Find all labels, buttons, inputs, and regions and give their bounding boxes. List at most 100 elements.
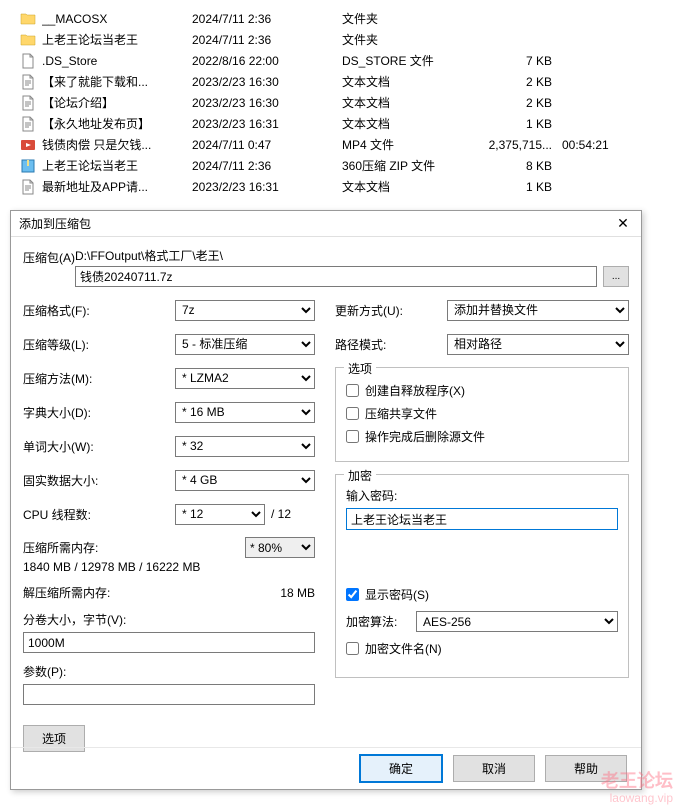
file-name: 上老王论坛当老王	[42, 157, 192, 174]
file-name: 上老王论坛当老王	[42, 31, 192, 48]
file-type: 文本文档	[342, 73, 472, 90]
file-row[interactable]: 【来了就能下载和...2023/2/23 16:30文本文档2 KB	[20, 71, 681, 92]
shared-checkbox-row[interactable]: 压缩共享文件	[346, 405, 618, 422]
enc-names-row[interactable]: 加密文件名(N)	[346, 640, 618, 657]
watermark-line2: laowang.vip	[601, 792, 673, 805]
archive-path: D:\FFOutput\格式工厂\老王\	[75, 247, 629, 264]
update-select[interactable]: 添加并替换文件	[447, 300, 629, 321]
word-select[interactable]: * 32	[175, 436, 315, 457]
file-type: MP4 文件	[342, 136, 472, 153]
file-list: __MACOSX2024/7/11 2:36文件夹上老王论坛当老王2024/7/…	[0, 0, 681, 197]
file-type: 文件夹	[342, 31, 472, 48]
mp4-icon	[20, 137, 36, 153]
path-select[interactable]: 相对路径	[447, 334, 629, 355]
sfx-label: 创建自释放程序(X)	[365, 382, 465, 399]
sfx-checkbox[interactable]	[346, 384, 359, 397]
show-pwd-checkbox[interactable]	[346, 588, 359, 601]
file-date: 2023/2/23 16:30	[192, 75, 342, 89]
dialog-footer: 确定 取消 帮助	[11, 747, 641, 789]
options-group-title: 选项	[344, 360, 376, 377]
sfx-checkbox-row[interactable]: 创建自释放程序(X)	[346, 382, 618, 399]
file-size: 8 KB	[472, 159, 562, 173]
txt-icon	[20, 95, 36, 111]
zip-icon	[20, 158, 36, 174]
file-duration: 00:54:21	[562, 138, 632, 152]
help-button[interactable]: 帮助	[545, 755, 627, 782]
enc-select[interactable]: AES-256	[416, 611, 618, 632]
encrypt-group: 加密 输入密码: 显示密码(S) 加密算法: AES-256 加密文件名(N)	[335, 474, 629, 678]
solid-label: 固实数据大小:	[23, 472, 175, 489]
file-row[interactable]: 钱债肉偿 只是欠钱...2024/7/11 0:47MP4 文件2,375,71…	[20, 134, 681, 155]
folder-icon	[20, 32, 36, 48]
file-name: 钱债肉偿 只是欠钱...	[42, 136, 192, 153]
cpu-label: CPU 线程数:	[23, 506, 175, 523]
file-name: 最新地址及APP请...	[42, 178, 192, 195]
file-row[interactable]: 上老王论坛当老王2024/7/11 2:36360压缩 ZIP 文件8 KB	[20, 155, 681, 176]
file-type: 文本文档	[342, 94, 472, 111]
solid-select[interactable]: * 4 GB	[175, 470, 315, 491]
delete-checkbox[interactable]	[346, 430, 359, 443]
txt-icon	[20, 179, 36, 195]
split-input[interactable]	[23, 632, 315, 653]
file-row[interactable]: .DS_Store2022/8/16 22:00DS_STORE 文件7 KB	[20, 50, 681, 71]
file-row[interactable]: 上老王论坛当老王2024/7/11 2:36文件夹	[20, 29, 681, 50]
method-label: 压缩方法(M):	[23, 370, 175, 387]
mem-comp-select[interactable]: * 80%	[245, 537, 315, 558]
dialog-titlebar: 添加到压缩包 ✕	[11, 211, 641, 237]
file-row[interactable]: 【永久地址发布页】2023/2/23 16:31文本文档1 KB	[20, 113, 681, 134]
mem-decomp-label: 解压缩所需内存:	[23, 584, 110, 601]
level-select[interactable]: 5 - 标准压缩	[175, 334, 315, 355]
level-label: 压缩等级(L):	[23, 336, 175, 353]
file-type: DS_STORE 文件	[342, 52, 472, 69]
cancel-button[interactable]: 取消	[453, 755, 535, 782]
dict-select[interactable]: * 16 MB	[175, 402, 315, 423]
txt-icon	[20, 116, 36, 132]
mem-decomp-value: 18 MB	[280, 586, 315, 600]
archive-file-input[interactable]	[75, 266, 597, 287]
close-icon[interactable]: ✕	[613, 214, 633, 234]
file-name: 【来了就能下载和...	[42, 73, 192, 90]
file-icon	[20, 53, 36, 69]
file-date: 2023/2/23 16:31	[192, 180, 342, 194]
file-size: 2,375,715...	[472, 138, 562, 152]
file-type: 文本文档	[342, 178, 472, 195]
path-label: 路径模式:	[335, 336, 447, 353]
params-input[interactable]	[23, 684, 315, 705]
file-size: 1 KB	[472, 180, 562, 194]
password-input[interactable]	[346, 508, 618, 530]
folder-icon	[20, 11, 36, 27]
file-row[interactable]: __MACOSX2024/7/11 2:36文件夹	[20, 8, 681, 29]
delete-checkbox-row[interactable]: 操作完成后删除源文件	[346, 428, 618, 445]
file-row[interactable]: 最新地址及APP请...2023/2/23 16:31文本文档1 KB	[20, 176, 681, 197]
shared-label: 压缩共享文件	[365, 405, 437, 422]
file-date: 2024/7/11 2:36	[192, 12, 342, 26]
file-size: 7 KB	[472, 54, 562, 68]
add-to-archive-dialog: 添加到压缩包 ✕ 压缩包(A) D:\FFOutput\格式工厂\老王\ ...…	[10, 210, 642, 790]
file-size: 2 KB	[472, 96, 562, 110]
show-pwd-row[interactable]: 显示密码(S)	[346, 586, 618, 603]
file-date: 2023/2/23 16:30	[192, 96, 342, 110]
pwd-label: 输入密码:	[346, 487, 618, 504]
format-label: 压缩格式(F):	[23, 302, 175, 319]
file-type: 文本文档	[342, 115, 472, 132]
cpu-suffix: / 12	[271, 507, 291, 521]
file-type: 文件夹	[342, 10, 472, 27]
enc-names-checkbox[interactable]	[346, 642, 359, 655]
browse-button[interactable]: ...	[603, 266, 629, 287]
file-name: __MACOSX	[42, 12, 192, 26]
file-name: 【永久地址发布页】	[42, 115, 192, 132]
file-date: 2023/2/23 16:31	[192, 117, 342, 131]
enc-names-label: 加密文件名(N)	[365, 640, 442, 657]
shared-checkbox[interactable]	[346, 407, 359, 420]
delete-label: 操作完成后删除源文件	[365, 428, 485, 445]
method-select[interactable]: * LZMA2	[175, 368, 315, 389]
file-name: .DS_Store	[42, 54, 192, 68]
show-pwd-label: 显示密码(S)	[365, 586, 429, 603]
file-date: 2024/7/11 2:36	[192, 33, 342, 47]
file-type: 360压缩 ZIP 文件	[342, 157, 472, 174]
ok-button[interactable]: 确定	[359, 754, 443, 783]
format-select[interactable]: 7z	[175, 300, 315, 321]
dialog-title-text: 添加到压缩包	[19, 215, 91, 232]
cpu-select[interactable]: * 12	[175, 504, 265, 525]
file-row[interactable]: 【论坛介绍】2023/2/23 16:30文本文档2 KB	[20, 92, 681, 113]
